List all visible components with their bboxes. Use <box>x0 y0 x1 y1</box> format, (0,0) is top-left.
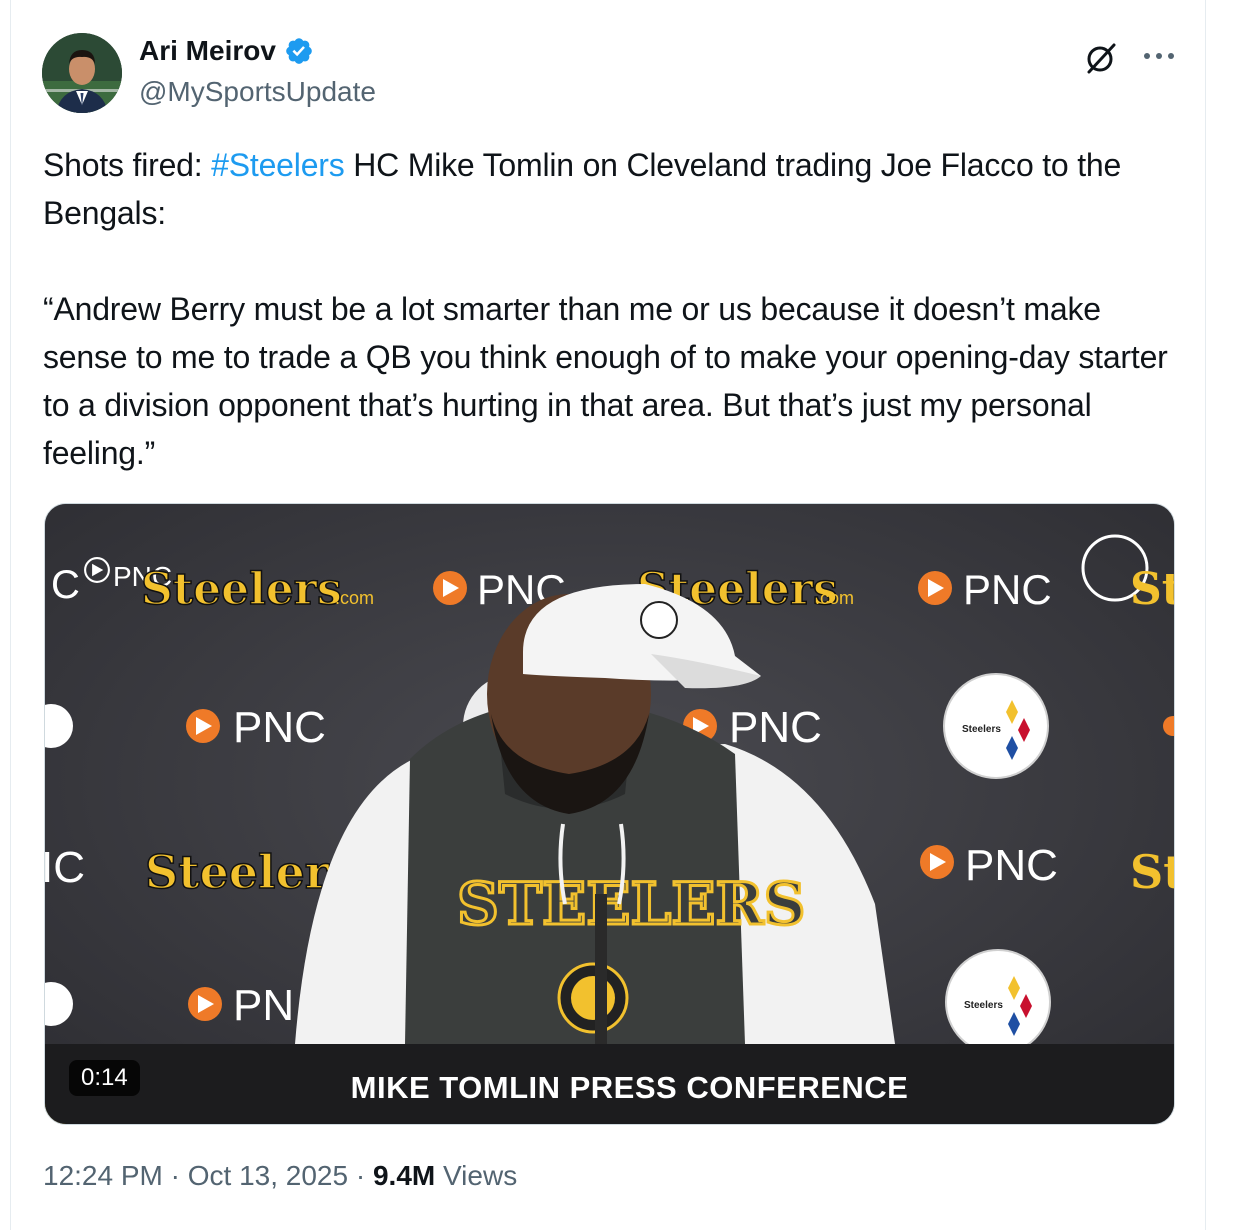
svg-text:.com: .com <box>335 588 374 608</box>
svg-text:IC: IC <box>45 843 85 892</box>
video-thumbnail: Steelers C PNC Steelers .com PNC Steeler… <box>45 504 1174 1124</box>
video-caption: MIKE TOMLIN PRESS CONFERENCE <box>350 1070 909 1105</box>
meta-separator: · <box>162 1160 188 1191</box>
views-count: 9.4M <box>372 1160 436 1191</box>
views-label: Views <box>435 1160 518 1191</box>
video-caption-bar: MIKE TOMLIN PRESS CONFERENCE <box>45 1044 1174 1124</box>
svg-text:St: St <box>1130 845 1174 899</box>
hashtag-link[interactable]: #Steelers <box>211 147 345 183</box>
author-name-row: Ari Meirov <box>139 35 314 67</box>
svg-text:PNC: PNC <box>965 841 1058 890</box>
tweet-time[interactable]: 12:24 PM <box>43 1160 163 1191</box>
tweet-date[interactable]: Oct 13, 2025 <box>188 1160 348 1191</box>
verified-badge-icon <box>286 38 312 64</box>
svg-text:PNC: PNC <box>729 703 822 752</box>
avatar-image <box>42 33 122 113</box>
svg-text:PN: PN <box>233 981 294 1030</box>
author-handle[interactable]: @MySportsUpdate <box>139 76 376 108</box>
video-player[interactable]: Steelers C PNC Steelers .com PNC Steeler… <box>44 503 1175 1125</box>
tweet-text: Shots fired: #Steelers HC Mike Tomlin on… <box>43 141 1193 477</box>
avatar[interactable] <box>42 33 122 113</box>
svg-text:St: St <box>1130 564 1174 615</box>
tweet-intro-prefix: Shots fired: <box>43 147 212 183</box>
tweet-intro: Shots fired: #Steelers HC Mike Tomlin on… <box>43 141 1193 237</box>
svg-text:STEELERS: STEELERS <box>457 870 806 938</box>
svg-text:Steelers: Steelers <box>141 564 342 615</box>
more-options-icon[interactable] <box>1139 40 1179 76</box>
tweet-card: Ari Meirov @MySportsUpdate Shots fired: … <box>10 0 1206 1230</box>
svg-text:PNC: PNC <box>963 566 1052 613</box>
tweet-meta: 12:24 PM · Oct 13, 2025 · 9.4M Views <box>43 1160 517 1192</box>
svg-text:PNC: PNC <box>233 703 326 752</box>
tweet-quote: “Andrew Berry must be a lot smarter than… <box>43 291 1168 471</box>
svg-text:C: C <box>51 563 80 607</box>
svg-text:.com: .com <box>815 588 854 608</box>
meta-separator: · <box>348 1160 373 1191</box>
author-display-name[interactable]: Ari Meirov <box>139 35 276 67</box>
grok-icon[interactable] <box>1083 40 1119 76</box>
video-duration-badge: 0:14 <box>69 1060 140 1096</box>
